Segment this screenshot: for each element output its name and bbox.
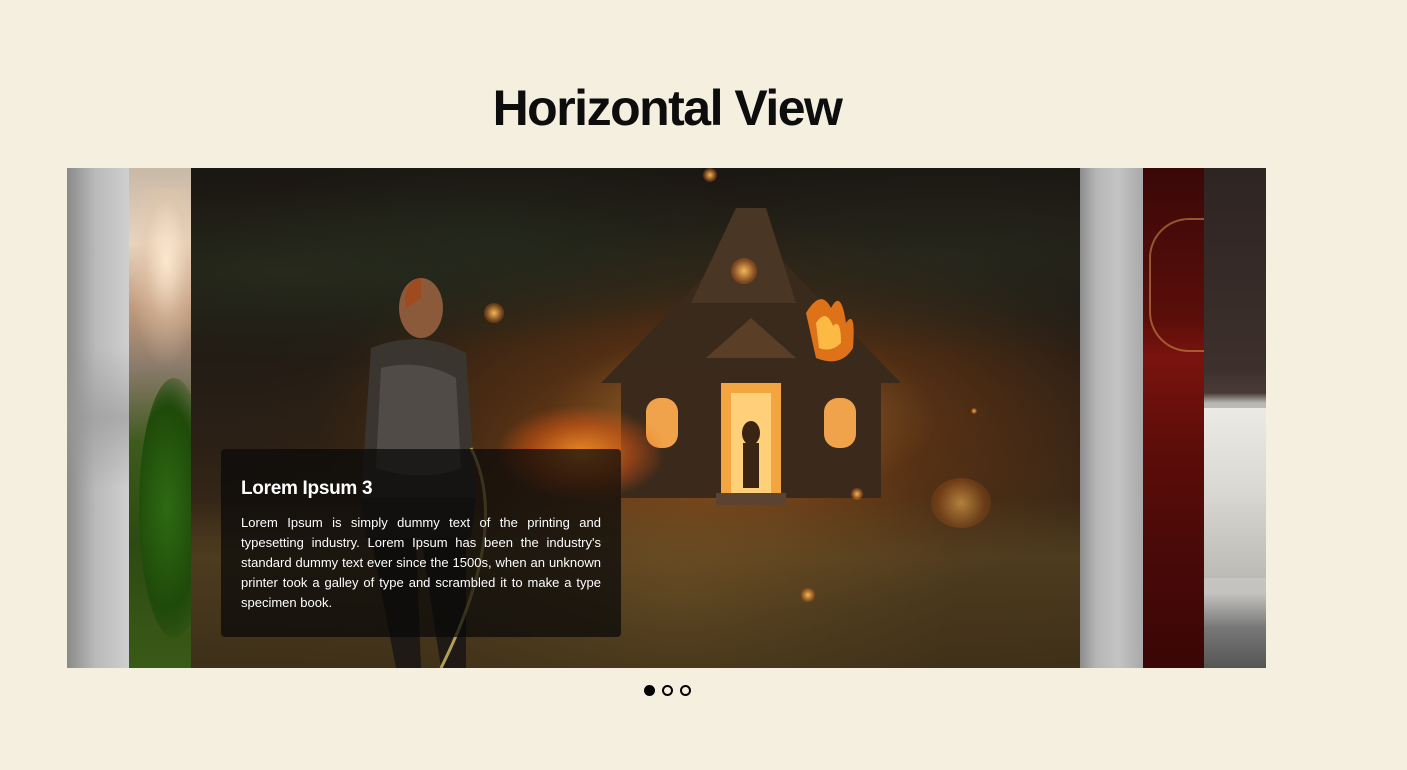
- slide-caption: Lorem Ipsum 3 Lorem Ipsum is simply dumm…: [221, 449, 621, 637]
- horizontal-accordion-slider: Lorem Ipsum 3 Lorem Ipsum is simply dumm…: [67, 168, 1266, 668]
- page-title: Horizontal View: [492, 80, 843, 136]
- caption-title: Lorem Ipsum 3: [241, 478, 373, 499]
- slide-panel-4[interactable]: [1080, 168, 1143, 668]
- slide-panel-1[interactable]: [67, 168, 129, 668]
- pagination-dot-2[interactable]: [662, 685, 673, 696]
- slide-panel-5[interactable]: [1143, 168, 1204, 668]
- slide-panel-2[interactable]: [129, 168, 191, 668]
- pagination-dot-3[interactable]: [680, 685, 691, 696]
- pagination-dot-1[interactable]: [644, 685, 655, 696]
- pagination-dots: [644, 685, 691, 696]
- slide-panel-6[interactable]: [1204, 168, 1266, 668]
- caption-text: Lorem Ipsum is simply dummy text of the …: [241, 515, 601, 610]
